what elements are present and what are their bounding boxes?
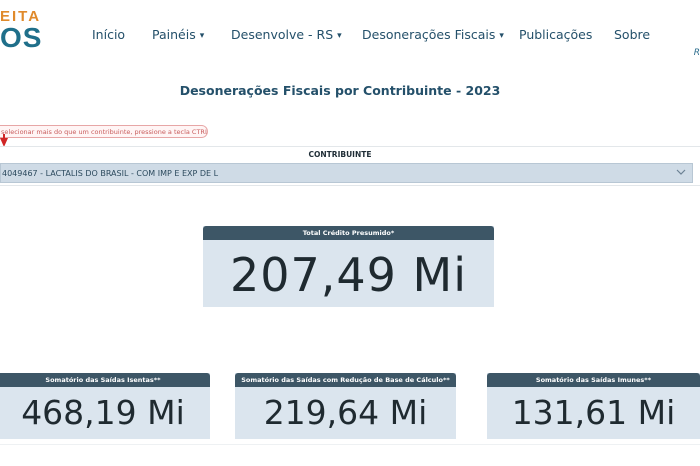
page-divider (0, 444, 700, 445)
contribuinte-select[interactable]: 4049467 - LACTALIS DO BRASIL - COM IMP E… (0, 163, 693, 183)
nav-item-label: Desonerações Fiscais (362, 27, 496, 42)
nav-item-label: Desenvolve - RS (231, 27, 334, 42)
nav-item-label: Painéis (152, 27, 196, 42)
logo-text-bottom: OS (0, 22, 43, 53)
nav-item-desoneracoes-fiscais[interactable]: Desonerações Fiscais ▾ (362, 27, 504, 42)
nav-item-inicio[interactable]: Início (92, 27, 125, 42)
kpi-card-saidas-isentas: Somatório das Saídas Isentas** 468,19 Mi (0, 373, 210, 439)
kpi-card-saidas-imunes: Somatório das Saídas Imunes** 131,61 Mi (487, 373, 700, 439)
site-logo[interactable]: EITA OS (0, 6, 60, 54)
kpi-value: 131,61 Mi (511, 393, 676, 432)
kpi-value: 207,49 Mi (229, 248, 468, 302)
kpi-title: Somatório das Saídas Imunes** (487, 373, 700, 387)
kpi-value: 468,19 Mi (21, 393, 185, 432)
nav-item-paineis[interactable]: Painéis ▾ (152, 27, 204, 42)
arrow-down-icon (0, 138, 8, 147)
nav-item-sobre[interactable]: Sobre (614, 27, 650, 42)
kpi-value: 219,64 Mi (263, 393, 428, 432)
chevron-down-icon: ▾ (199, 31, 205, 41)
nav-item-label: Início (92, 27, 126, 42)
kpi-card-saidas-reducao-base: Somatório das Saídas com Redução de Base… (235, 373, 456, 439)
nav-item-desenvolve-rs[interactable]: Desenvolve - RS ▾ (231, 27, 342, 42)
kpi-title: Total Crédito Presumido* (203, 226, 494, 240)
kpi-card-total-credito-presumido: Total Crédito Presumido* 207,49 Mi (203, 226, 494, 307)
kpi-title: Somatório das Saídas Isentas** (0, 373, 210, 387)
nav-edge-fragment[interactable]: R (694, 48, 700, 58)
chevron-down-icon: ▾ (499, 31, 504, 41)
chevron-down-icon[interactable] (676, 167, 686, 177)
kpi-title: Somatório das Saídas com Redução de Base… (235, 373, 456, 387)
contribuinte-label: CONTRIBUINTE (308, 150, 372, 159)
nav-item-label: Sobre (614, 27, 651, 42)
multi-select-hint: selecionar mais do que um contribuinte, … (0, 125, 208, 138)
page-title: Desonerações Fiscais por Contribuinte - … (179, 83, 501, 98)
chevron-down-icon: ▾ (337, 31, 342, 41)
contribuinte-selected-value: 4049467 - LACTALIS DO BRASIL - COM IMP E… (2, 169, 219, 178)
nav-item-publicacoes[interactable]: Publicações (519, 27, 592, 42)
nav-item-label: Publicações (519, 27, 593, 42)
